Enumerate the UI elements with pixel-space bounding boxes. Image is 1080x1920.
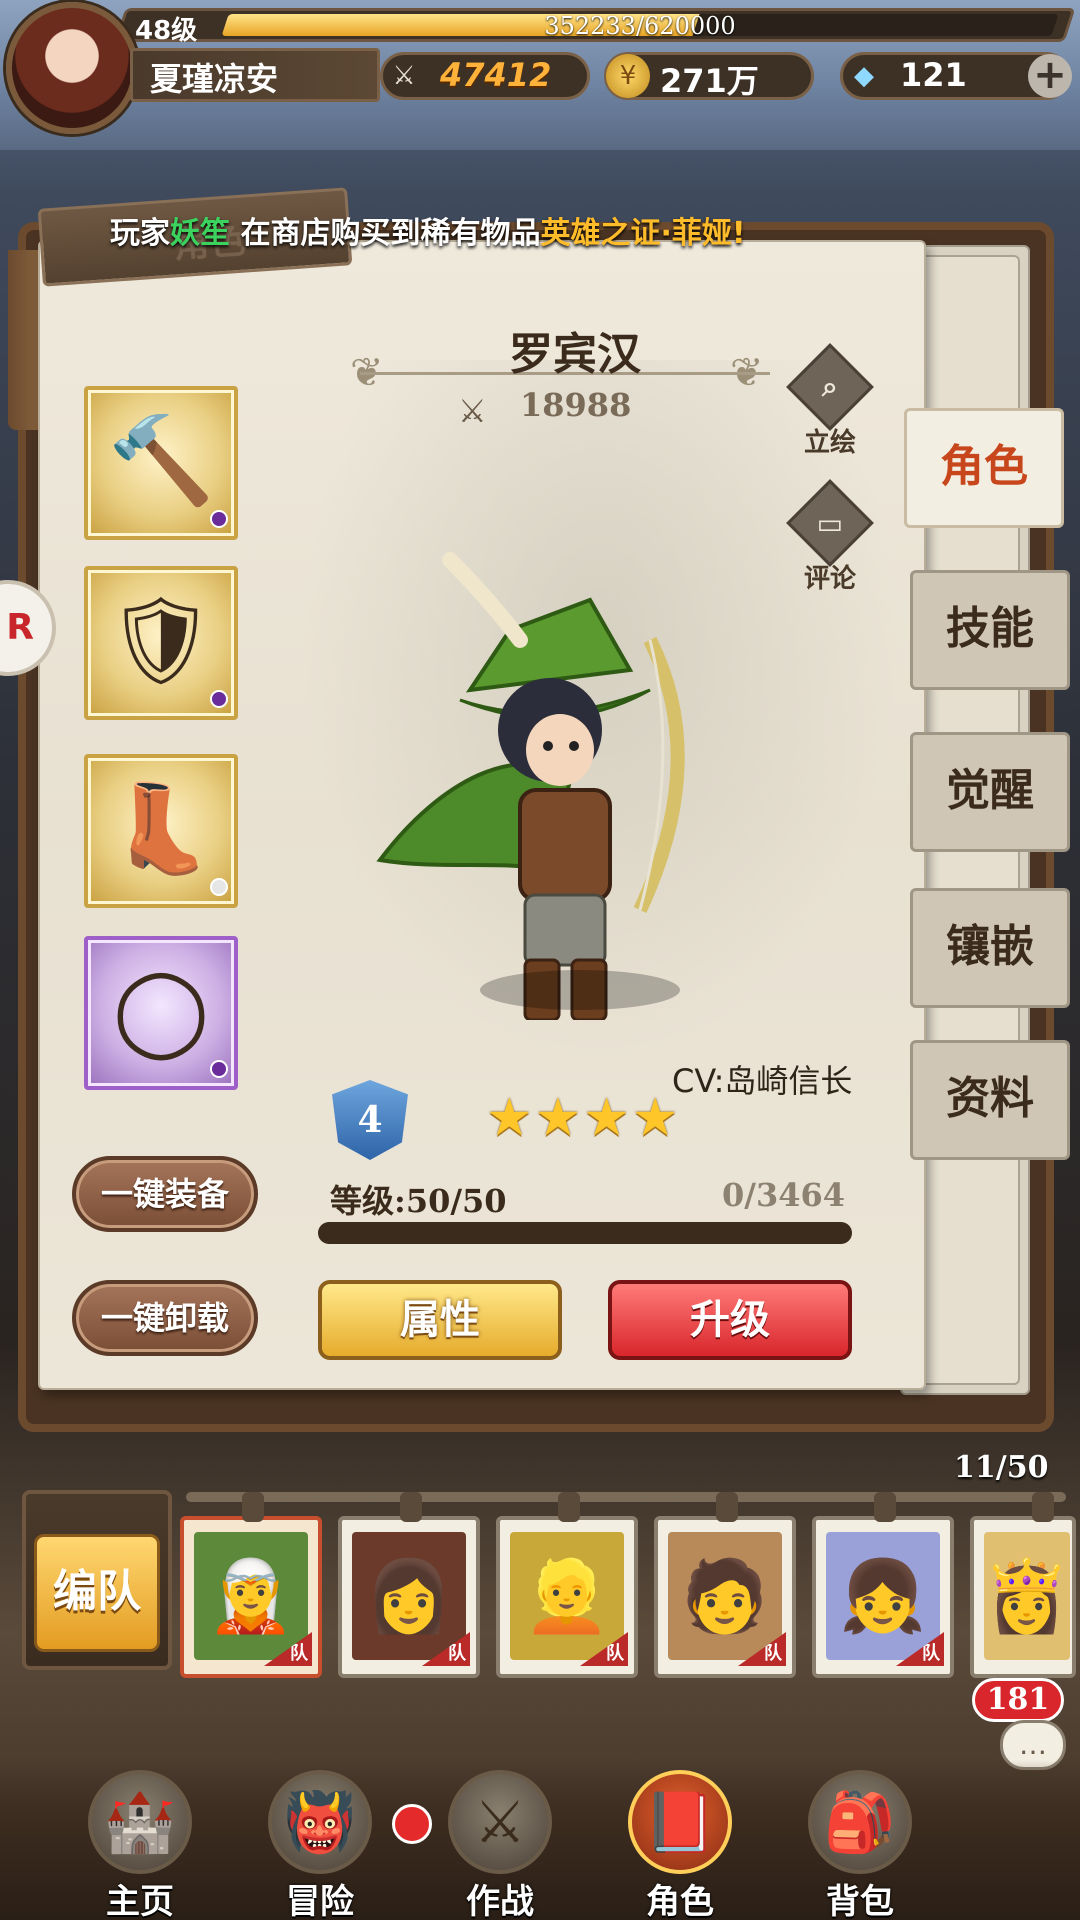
voice-actor: CV:岛崎信长 [672,1062,853,1100]
player-name: 夏瑾凉安 [150,60,279,98]
gold-value: 271万 [660,62,759,100]
equip-all-button[interactable]: 一键装备 [72,1156,258,1232]
swords-icon: ⚔ [392,61,416,91]
unequip-all-button[interactable]: 一键卸载 [72,1280,258,1356]
nav-label: 冒险 [286,1882,354,1920]
card-hook [874,1492,896,1522]
player-avatar[interactable] [6,2,138,134]
announcement-ticker: 玩家妖笙 在商店购买到稀有物品英雄之证·菲娅! [110,208,830,251]
magnifier-icon: ⌕ [786,343,874,431]
ticker-item: 英雄之证·菲娅! [540,216,746,251]
team-card[interactable]: 👧 队 [812,1492,954,1678]
chat-unread-badge[interactable]: 181 [972,1678,1064,1722]
exp-text: 352233/620000 [544,12,736,40]
team-button[interactable]: 编队 [34,1534,160,1652]
hero-portrait: 🧑 [668,1532,782,1660]
rarity-dot [210,878,228,896]
team-card[interactable]: 👱 队 [496,1492,638,1678]
team-card[interactable]: 👸 [970,1492,1076,1678]
bag-icon: 🎒 [808,1770,912,1874]
level-exp: 0/3464 [722,1176,846,1214]
ticker-player: 妖笙 [170,216,230,251]
card-hook [716,1492,738,1522]
ticker-prefix: 玩家 [110,216,170,251]
rarity-dot [210,690,228,708]
comment-button[interactable]: ▭ 评论 [786,479,874,595]
ring-icon: ◯ [112,960,210,1060]
sprite-shadow [480,970,680,1010]
nav-label: 背包 [826,1882,894,1920]
tab-character[interactable]: 角色 [904,408,1064,528]
card-hook [242,1492,264,1522]
upgrade-button[interactable]: 升级 [608,1280,852,1360]
hero-portrait: 🧝 [194,1532,308,1660]
portrait-button[interactable]: ⌕ 立绘 [786,343,874,459]
hero-sprite[interactable] [320,540,740,1040]
nav-character[interactable]: 📕 角色 [590,1770,770,1920]
coin-icon: ¥ [606,54,650,98]
battle-icon: ⚔ [448,1770,552,1874]
hero-portrait: 👱 [510,1532,624,1660]
team-card[interactable]: 🧑 队 [654,1492,796,1678]
book-icon: 📕 [628,1770,732,1874]
ticker-middle: 在商店购买到稀有物品 [230,216,541,251]
nav-label: 角色 [646,1882,714,1920]
hammer-icon: 🔨 [107,411,215,511]
team-card[interactable]: 👩 队 [338,1492,480,1678]
level-label: 等级:50/50 [330,1182,507,1220]
speech-bubble-icon: ▭ [786,479,874,567]
card-hook [1032,1492,1054,1522]
hero-power-swords-icon: ⚔ [458,392,487,430]
nav-adventure[interactable]: 👹 冒险 [230,1770,410,1920]
team-count: 11/50 [954,1450,1049,1485]
star-rating: ★★★★ [486,1088,681,1148]
gem-icon: ◆ [854,61,874,91]
attributes-button[interactable]: 属性 [318,1280,562,1360]
nav-label: 作战 [466,1882,534,1920]
card-hook [558,1492,580,1522]
equip-slot-boots[interactable]: 👢 [84,754,238,908]
hero-portrait: 👩 [352,1532,466,1660]
rarity-dot [210,510,228,528]
nav-label: 主页 [106,1882,174,1920]
rarity-dot [210,1060,228,1078]
level-progress-bar [318,1222,852,1244]
team-card[interactable]: 🧝 队 [180,1492,322,1678]
hero-portrait: 👸 [983,1532,1071,1660]
hero-name: 罗宾汉 [509,329,641,380]
boots-icon: 👢 [107,779,215,879]
armor-icon: 🛡 [106,591,216,691]
equip-slot-weapon[interactable]: 🔨 [84,386,238,540]
equip-slot-armor[interactable]: 🛡 [84,566,238,720]
hero-power: 18988 [520,386,632,424]
add-gems-button[interactable]: + [1028,54,1072,98]
hero-portrait: 👧 [826,1532,940,1660]
tab-skills[interactable]: 技能 [910,570,1070,690]
nav-battle[interactable]: ⚔ 作战 [410,1770,590,1920]
monster-icon: 👹 [268,1770,372,1874]
player-level: 48级 [135,16,198,46]
tab-profile[interactable]: 资料 [910,1040,1070,1160]
nav-home[interactable]: 🏰 主页 [50,1770,230,1920]
archer-hero-icon [376,552,685,1022]
tab-awaken[interactable]: 觉醒 [910,732,1070,852]
player-power: 47412 [440,56,552,94]
card-hook [400,1492,422,1522]
gem-value: 121 [900,56,967,94]
tab-inlay[interactable]: 镶嵌 [910,888,1070,1008]
castle-icon: 🏰 [88,1770,192,1874]
equip-slot-ring[interactable]: ◯ [84,936,238,1090]
nav-bag[interactable]: 🎒 背包 [770,1770,950,1920]
team-rod [186,1492,1066,1502]
